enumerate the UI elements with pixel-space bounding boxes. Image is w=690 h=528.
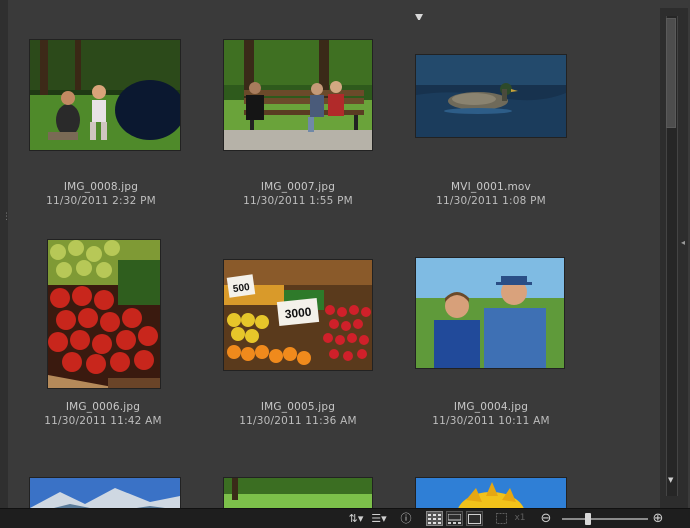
zoom-out-button[interactable]: ⊖ — [538, 511, 554, 526]
sort-icon: ⇅▾ — [348, 512, 364, 525]
split-view-button[interactable] — [446, 511, 463, 526]
produce-stand-image: 500 3000 — [224, 260, 372, 370]
zoom-in-button[interactable]: ⊕ — [650, 511, 666, 526]
filename-label: IMG_0006.jpg — [65, 401, 141, 413]
fit-icon — [495, 513, 507, 524]
filename-label: IMG_0004.jpg — [453, 401, 529, 413]
green-field-image — [224, 478, 372, 508]
thumbnail-img-0008[interactable] — [30, 40, 180, 150]
caption-img-0006: IMG_0006.jpg 11/30/2011 11:42 AM — [8, 400, 198, 428]
fit-button[interactable] — [494, 511, 508, 526]
thumbnail-partial-mountains[interactable] — [30, 478, 180, 508]
couple-portrait-image — [416, 258, 564, 368]
sort-button[interactable]: ⇅▾ — [346, 511, 366, 526]
filename-label: IMG_0005.jpg — [260, 401, 336, 413]
caption-img-0007: IMG_0007.jpg 11/30/2011 1:55 PM — [203, 180, 393, 208]
scroll-down-arrow-icon[interactable]: ▼ — [668, 476, 673, 484]
scrollbar-thumb[interactable] — [666, 18, 676, 128]
date-label: 11/30/2011 11:36 AM — [239, 415, 357, 427]
mouse-cursor-icon — [415, 14, 423, 20]
actual-size-button[interactable]: x1 — [512, 511, 528, 526]
tomatoes-market-image — [48, 240, 160, 388]
date-label: 11/30/2011 10:11 AM — [432, 415, 550, 427]
info-icon: ⓘ — [400, 512, 412, 525]
thumbnail-mvi-0001[interactable] — [416, 55, 566, 137]
grid-view-button[interactable] — [426, 511, 443, 526]
date-label: 11/30/2011 1:08 PM — [436, 195, 546, 207]
caption-img-0004: IMG_0004.jpg 11/30/2011 10:11 AM — [396, 400, 586, 428]
bottom-toolbar: ⇅▾ ☰▾ ⓘ x1 ⊖ ⊕ — [0, 508, 690, 528]
grid-view-icon — [428, 514, 441, 524]
park-kids-image — [30, 40, 180, 150]
thumbnail-img-0007[interactable] — [224, 40, 372, 150]
price-sign-3000: 3000 — [284, 305, 312, 322]
left-panel-edge[interactable]: ⋮ — [0, 0, 11, 508]
zoom-in-icon: ⊕ — [652, 511, 664, 526]
caption-img-0008: IMG_0008.jpg 11/30/2011 2:32 PM — [8, 180, 196, 208]
duck-video-image — [416, 55, 566, 137]
sunflower-image — [416, 478, 566, 508]
filter-button[interactable]: ☰▾ — [368, 511, 390, 526]
photo-browser-window: ⋮ IMG_0008.jpg 11/30/2011 2:32 PM IMG_00… — [0, 0, 690, 528]
filename-label: MVI_0001.mov — [451, 181, 531, 193]
mountains-image — [30, 478, 180, 508]
thumbnail-img-0006[interactable] — [48, 240, 160, 388]
split-view-icon — [447, 513, 462, 524]
filter-icon: ☰▾ — [371, 512, 387, 525]
thumbnail-partial-sunflower[interactable] — [416, 478, 566, 508]
zoom-slider-handle[interactable] — [585, 513, 591, 525]
thumbnail-img-0005[interactable]: 500 3000 — [224, 260, 372, 370]
date-label: 11/30/2011 11:42 AM — [44, 415, 162, 427]
right-panel-handle-icon[interactable]: ◂ — [681, 238, 685, 247]
panel-collapse-handle-icon[interactable]: ⋮ — [2, 210, 11, 224]
date-label: 11/30/2011 1:55 PM — [243, 195, 353, 207]
actual-size-label: x1 — [514, 513, 526, 523]
caption-mvi-0001: MVI_0001.mov 11/30/2011 1:08 PM — [396, 180, 586, 208]
thumbnail-img-0004[interactable] — [416, 258, 564, 368]
single-view-icon — [468, 514, 481, 524]
thumbnail-partial-field[interactable] — [224, 478, 372, 508]
zoom-slider-track[interactable] — [562, 518, 648, 520]
date-label: 11/30/2011 2:32 PM — [46, 195, 156, 207]
filename-label: IMG_0007.jpg — [260, 181, 336, 193]
zoom-out-icon: ⊖ — [540, 511, 552, 526]
single-view-button[interactable] — [466, 511, 483, 526]
filename-label: IMG_0008.jpg — [63, 181, 139, 193]
park-bench-image — [224, 40, 372, 150]
thumbnail-grid: IMG_0008.jpg 11/30/2011 2:32 PM IMG_0007… — [8, 0, 660, 508]
caption-img-0005: IMG_0005.jpg 11/30/2011 11:36 AM — [203, 400, 393, 428]
info-button[interactable]: ⓘ — [398, 511, 414, 526]
vertical-scrollbar[interactable]: ◂ ▼ — [660, 8, 688, 508]
